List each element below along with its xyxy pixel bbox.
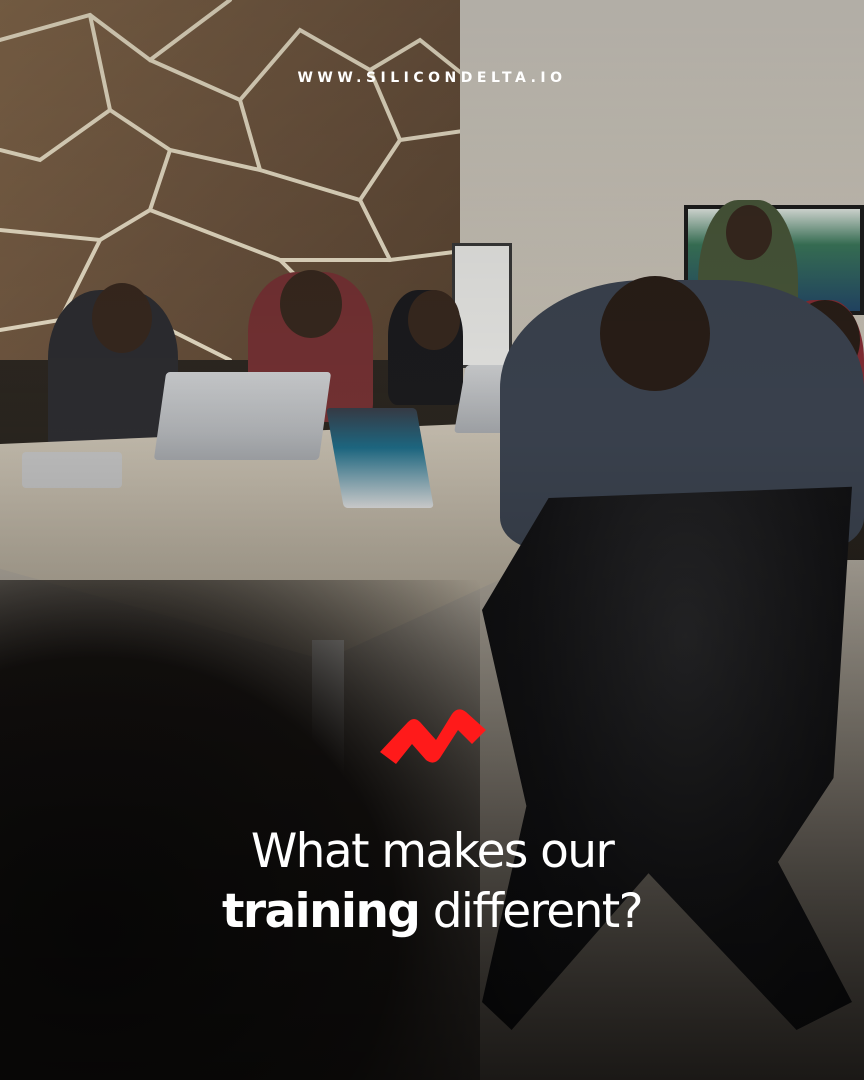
silicondelta-logo-icon <box>380 709 486 764</box>
headline: What makes our training different? <box>0 822 864 942</box>
headline-line-1: What makes our <box>250 824 615 879</box>
poster: WWW.SILICONDELTA.IO What makes our train… <box>0 0 864 1080</box>
headline-line-2-rest: different? <box>419 884 644 939</box>
headline-line-2: training different? <box>0 882 864 942</box>
headline-emphasis: training <box>222 884 421 939</box>
website-url: WWW.SILICONDELTA.IO <box>297 70 567 86</box>
